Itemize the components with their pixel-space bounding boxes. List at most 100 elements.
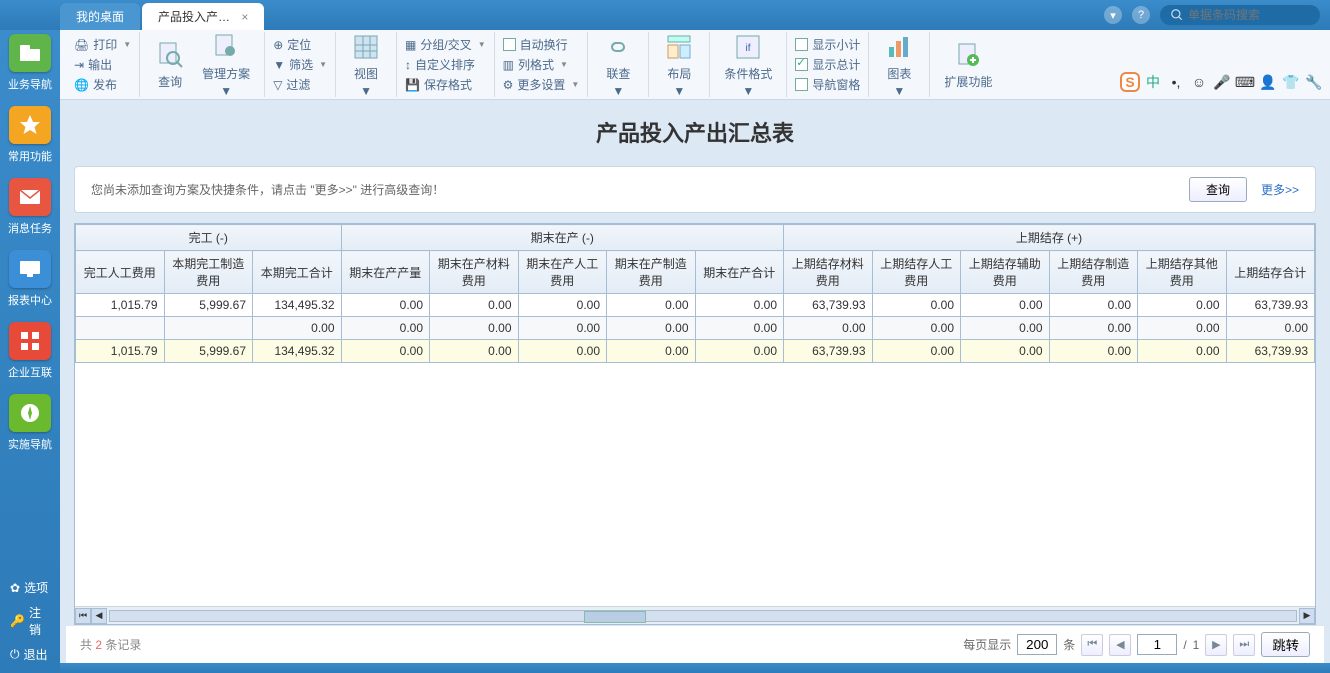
- ime-mic-icon[interactable]: 🎤: [1212, 72, 1232, 92]
- table-row[interactable]: 1,015.795,999.67134,495.320.000.000.000.…: [76, 340, 1315, 363]
- view-button[interactable]: 视图▼: [344, 29, 388, 100]
- column-header[interactable]: 本期完工合计: [253, 251, 342, 294]
- page-input[interactable]: [1137, 634, 1177, 655]
- grid-icon: [350, 31, 382, 63]
- barcode-search[interactable]: [1160, 5, 1320, 25]
- sort-button[interactable]: ↕自定义排序: [405, 56, 486, 73]
- scroll-left-icon[interactable]: ◀: [91, 608, 107, 624]
- next-page-icon[interactable]: ▶: [1205, 634, 1227, 656]
- sidebar-item-common[interactable]: 常用功能: [0, 106, 60, 164]
- plan-button[interactable]: 管理方案▼: [196, 29, 256, 100]
- column-header[interactable]: 期末在产制造费用: [607, 251, 696, 294]
- column-header[interactable]: 期末在产产量: [341, 251, 430, 294]
- sidebar-item-messages[interactable]: 消息任务: [0, 178, 60, 236]
- total-checkbox[interactable]: 显示总计: [795, 56, 860, 73]
- column-header[interactable]: 完工人工费用: [76, 251, 165, 294]
- export-button[interactable]: ⇥输出: [74, 56, 131, 73]
- column-header[interactable]: 期末在产材料费用: [430, 251, 519, 294]
- column-header[interactable]: 期末在产合计: [695, 251, 784, 294]
- query-bar: 您尚未添加查询方案及快捷条件，请点击 "更多>>" 进行高级查询！ 查询 更多>…: [74, 166, 1316, 213]
- clear-filter-button[interactable]: ▽过滤: [273, 76, 327, 93]
- first-page-icon[interactable]: ⏮: [1081, 634, 1103, 656]
- cell: 0.00: [518, 340, 607, 363]
- table-row[interactable]: 1,015.795,999.67134,495.320.000.000.000.…: [76, 294, 1315, 317]
- table-scroll[interactable]: 完工 (-)期末在产 (-)上期结存 (+) 完工人工费用本期完工制造费用本期完…: [75, 224, 1315, 606]
- sidebar-item-enterprise[interactable]: 企业互联: [0, 322, 60, 380]
- publish-button[interactable]: 🌐发布: [74, 76, 131, 93]
- jump-button[interactable]: 跳转: [1261, 632, 1310, 657]
- query-button[interactable]: 查询: [1189, 177, 1247, 202]
- sidebar-options[interactable]: ✿选项: [4, 575, 56, 600]
- more-link[interactable]: 更多>>: [1261, 181, 1299, 198]
- column-header[interactable]: 上期结存合计: [1226, 251, 1315, 294]
- ime-keyboard-icon[interactable]: ⌨: [1235, 72, 1255, 92]
- column-header[interactable]: 上期结存辅助费用: [961, 251, 1050, 294]
- close-icon[interactable]: ×: [241, 10, 248, 24]
- perpage-input[interactable]: [1017, 634, 1057, 655]
- save-format-button[interactable]: 💾保存格式: [405, 76, 486, 93]
- scroll-right-icon[interactable]: ▶: [1299, 608, 1315, 624]
- column-header[interactable]: 期末在产人工费用: [518, 251, 607, 294]
- ime-lang-button[interactable]: 中: [1143, 72, 1163, 92]
- ime-emoji-icon[interactable]: ☺: [1189, 72, 1209, 92]
- ime-skin-icon[interactable]: 👕: [1281, 72, 1301, 92]
- ime-tool-icon[interactable]: 🔧: [1304, 72, 1324, 92]
- layout-button[interactable]: 布局▼: [657, 29, 701, 100]
- folder-icon: [9, 34, 51, 72]
- dropdown-icon[interactable]: ▾: [1104, 6, 1122, 24]
- sidebar-exit[interactable]: ⏻退出: [4, 642, 56, 667]
- column-header[interactable]: 上期结存材料费用: [784, 251, 873, 294]
- sidebar-item-reports[interactable]: 报表中心: [0, 250, 60, 308]
- table-row[interactable]: 0.000.000.000.000.000.000.000.000.000.00…: [76, 317, 1315, 340]
- navpane-checkbox[interactable]: 导航窗格: [795, 76, 860, 93]
- sidebar-logout[interactable]: 🔑注销: [4, 600, 56, 642]
- query-button[interactable]: 查询: [148, 37, 192, 92]
- tab-product-io[interactable]: 产品投入产… ×: [142, 3, 264, 30]
- column-group-header[interactable]: 完工 (-): [76, 225, 342, 251]
- horizontal-scrollbar[interactable]: ⏮ ◀ ▶: [75, 606, 1315, 624]
- column-group-header[interactable]: 期末在产 (-): [341, 225, 784, 251]
- more-settings-button[interactable]: ⚙更多设置▼: [503, 76, 580, 93]
- compass-icon: [9, 394, 51, 432]
- cell: 134,495.32: [253, 294, 342, 317]
- label: 选项: [24, 579, 48, 596]
- link-icon: [602, 31, 634, 63]
- checkbox-icon: [795, 38, 808, 51]
- save-icon: 💾: [405, 78, 420, 92]
- ime-user-icon[interactable]: 👤: [1258, 72, 1278, 92]
- chart-button[interactable]: 图表▼: [877, 29, 921, 100]
- column-icon: ▥: [503, 58, 514, 72]
- column-header[interactable]: 上期结存人工费用: [872, 251, 961, 294]
- help-icon[interactable]: ?: [1132, 6, 1150, 24]
- star-icon: [9, 106, 51, 144]
- sidebar-item-biznav[interactable]: 业务导航: [0, 34, 60, 92]
- print-button[interactable]: 🖨打印▼: [74, 36, 131, 53]
- last-page-icon[interactable]: ⏭: [1233, 634, 1255, 656]
- sidebar-item-label: 报表中心: [8, 292, 52, 308]
- cell: 0.00: [341, 294, 430, 317]
- locate-button[interactable]: ⊕定位: [273, 36, 327, 53]
- condfmt-icon: if: [732, 31, 764, 63]
- scroll-start-icon[interactable]: ⏮: [75, 608, 91, 624]
- subtotal-checkbox[interactable]: 显示小计: [795, 36, 860, 53]
- link-query-button[interactable]: 联查▼: [596, 29, 640, 100]
- column-group-header[interactable]: 上期结存 (+): [784, 225, 1315, 251]
- group-button[interactable]: ▦分组/交叉▼: [405, 36, 486, 53]
- sidebar-item-impl[interactable]: 实施导航: [0, 394, 60, 452]
- filter-button[interactable]: ▼筛选▼: [273, 56, 327, 73]
- column-header[interactable]: 本期完工制造费用: [164, 251, 253, 294]
- extend-button[interactable]: 扩展功能: [938, 37, 998, 92]
- cell: 0.00: [430, 340, 519, 363]
- column-header[interactable]: 上期结存制造费用: [1049, 251, 1138, 294]
- scroll-thumb[interactable]: [109, 610, 1297, 622]
- tab-desktop[interactable]: 我的桌面: [60, 3, 140, 30]
- column-header[interactable]: 上期结存其他费用: [1138, 251, 1227, 294]
- prev-page-icon[interactable]: ◀: [1109, 634, 1131, 656]
- autowrap-checkbox[interactable]: 自动换行: [503, 36, 580, 53]
- cond-format-button[interactable]: if条件格式▼: [718, 29, 778, 100]
- sogou-icon[interactable]: S: [1120, 72, 1140, 92]
- ime-icon[interactable]: •,: [1166, 72, 1186, 92]
- cell: 0.00: [430, 294, 519, 317]
- search-input[interactable]: [1188, 8, 1308, 22]
- column-format-button[interactable]: ▥列格式▼: [503, 56, 580, 73]
